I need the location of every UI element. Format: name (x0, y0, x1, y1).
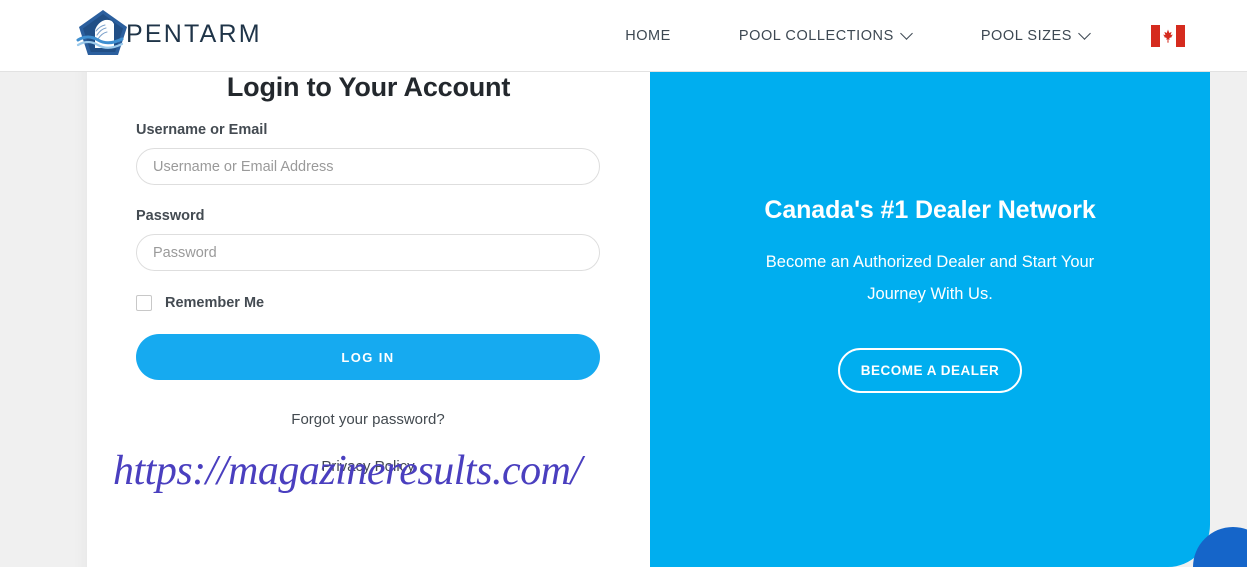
nav-item-pool-collections-label: POOL COLLECTIONS (738, 28, 894, 44)
nav-item-pool-sizes[interactable]: POOL SIZES (947, 0, 1125, 72)
login-form: Username or Email Password Remember Me L… (136, 122, 600, 478)
remember-me-label[interactable]: Remember Me (165, 295, 264, 311)
nav-item-pool-collections[interactable]: POOL COLLECTIONS (705, 0, 947, 72)
remember-me-checkbox[interactable] (136, 295, 152, 311)
privacy-policy-link[interactable]: Privacy Policy (136, 456, 600, 478)
pentarm-logo-icon (72, 4, 134, 66)
chevron-down-icon (1080, 29, 1091, 40)
login-card: Login to Your Account Username or Email … (87, 72, 650, 567)
forgot-password-link[interactable]: Forgot your password? (136, 409, 600, 431)
site-header: PENTARM HOME POOL COLLECTIONS POOL SIZES (0, 0, 1247, 72)
dealer-promo-panel: Canada's #1 Dealer Network Become an Aut… (650, 72, 1210, 567)
brand-logo[interactable]: PENTARM (72, 2, 262, 68)
become-a-dealer-button[interactable]: BECOME A DEALER (838, 348, 1022, 393)
password-input[interactable] (136, 234, 600, 271)
username-input[interactable] (136, 148, 600, 185)
brand-wordmark: PENTARM (126, 19, 262, 48)
chevron-down-icon (902, 29, 913, 40)
login-button[interactable]: LOG IN (136, 334, 600, 380)
nav-item-home-label: HOME (625, 28, 671, 44)
page-content: Login to Your Account Username or Email … (0, 72, 1247, 567)
page-title: Login to Your Account (226, 72, 511, 102)
canada-flag-icon[interactable] (1151, 25, 1185, 47)
nav-item-home[interactable]: HOME (591, 0, 705, 72)
username-label: Username or Email (136, 122, 268, 138)
remember-me-row: Remember Me (136, 295, 600, 311)
promo-heading: Canada's #1 Dealer Network (764, 196, 1096, 224)
promo-subheading: Become an Authorized Dealer and Start Yo… (765, 253, 1095, 303)
card-links: Forgot your password? Privacy Policy (136, 409, 600, 478)
password-label: Password (136, 208, 205, 224)
main-navigation: HOME POOL COLLECTIONS POOL SIZES (591, 0, 1185, 72)
nav-item-pool-sizes-label: POOL SIZES (980, 28, 1072, 44)
